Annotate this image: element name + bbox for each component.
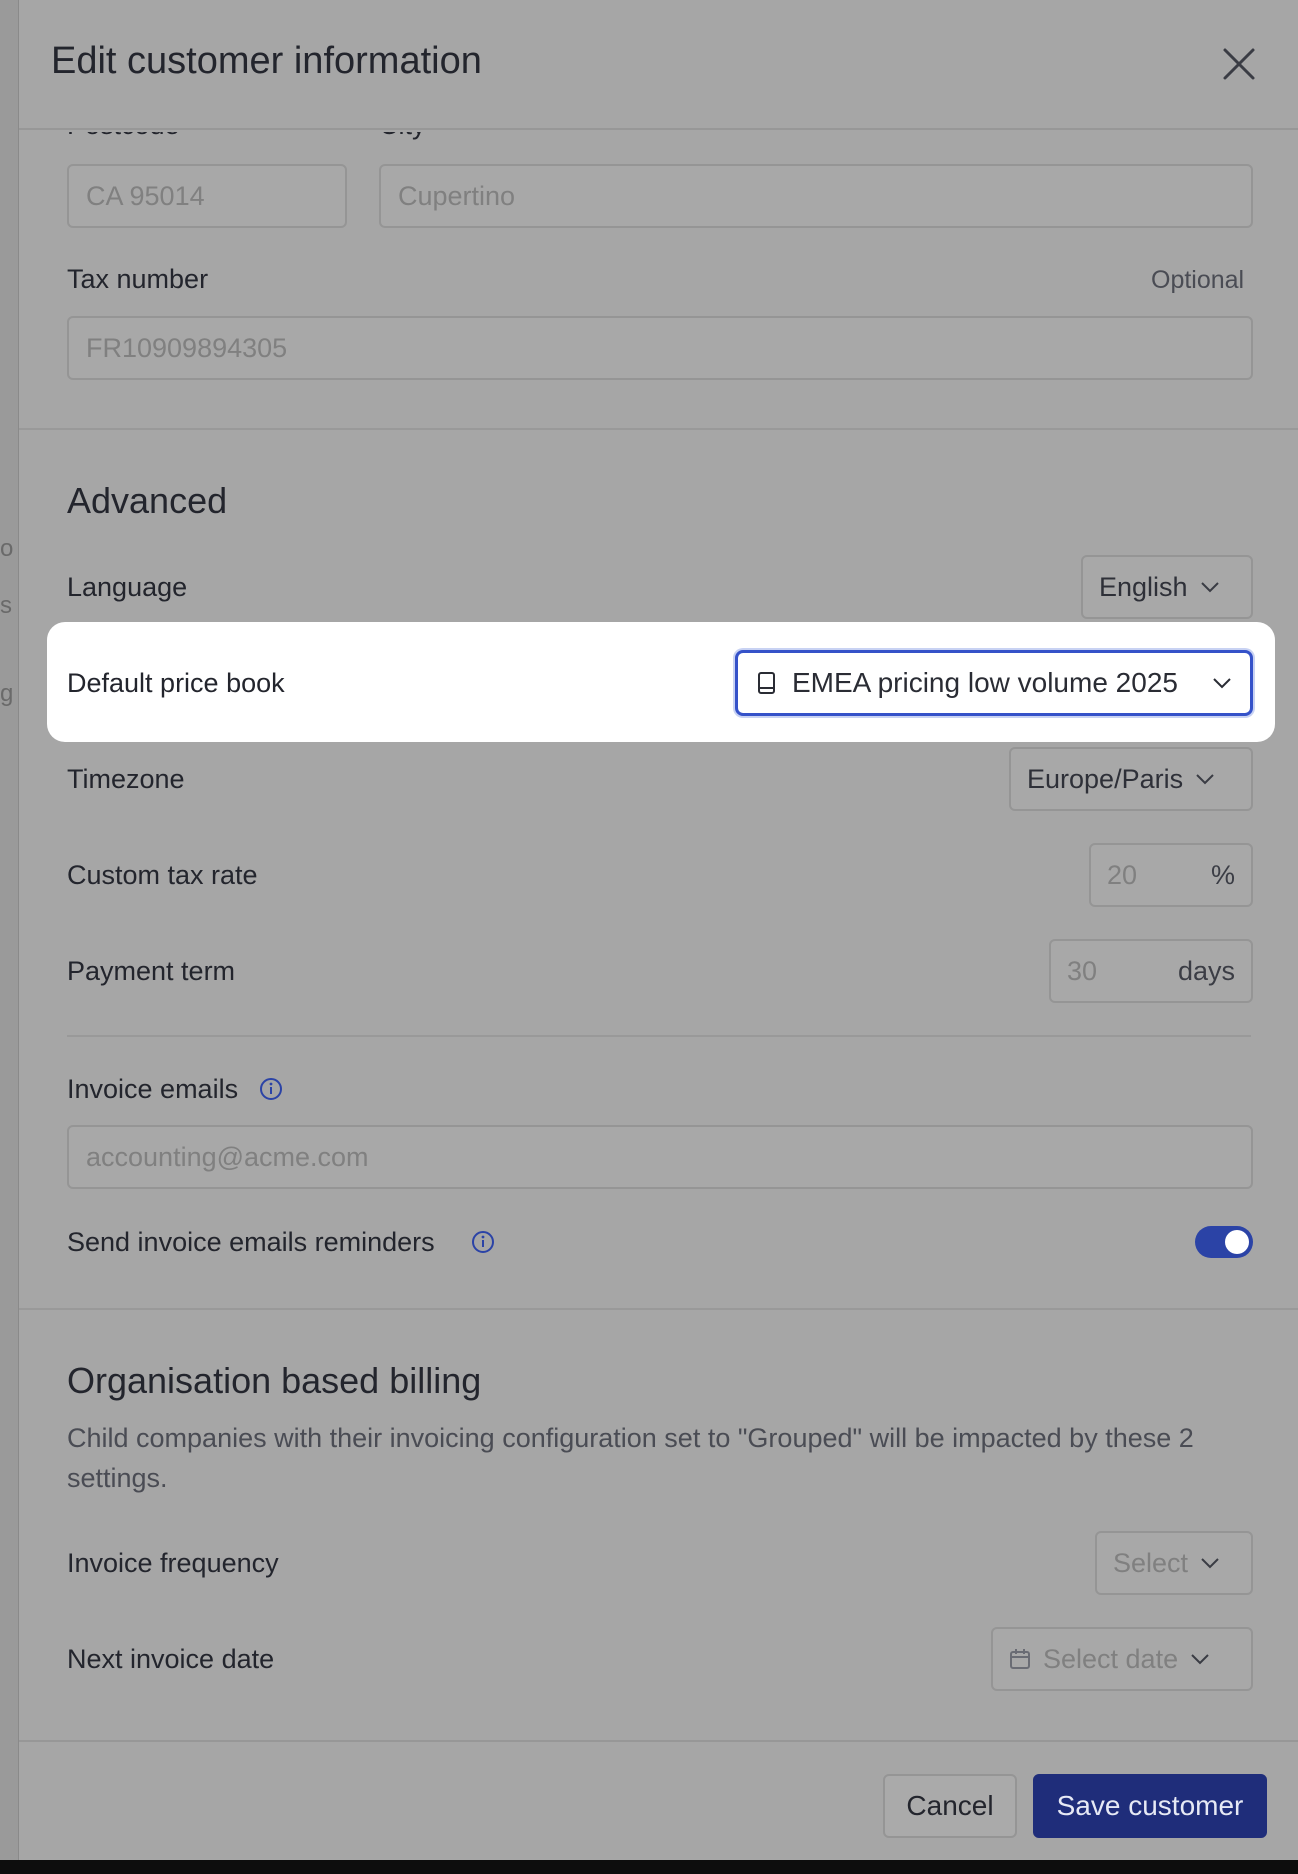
section-divider: [19, 1308, 1298, 1310]
tax-number-label: Tax number: [67, 264, 209, 294]
clipped-labels: Postcode City: [19, 132, 1298, 144]
org-billing-section-title: Organisation based billing: [67, 1360, 482, 1401]
calendar-icon: [1010, 1649, 1030, 1669]
payment-term-input[interactable]: 30 days: [1049, 939, 1253, 1003]
close-button[interactable]: [1219, 44, 1259, 84]
days-suffix: days: [1177, 956, 1235, 986]
book-icon: [758, 672, 775, 694]
postcode-input[interactable]: CA 95014: [67, 164, 347, 228]
language-value: English: [1099, 572, 1188, 602]
bottom-edge: [0, 1860, 1298, 1874]
reminders-label: Send invoice emails reminders: [67, 1227, 435, 1257]
timezone-label: Timezone: [67, 764, 185, 794]
next-invoice-date-picker[interactable]: Select date: [991, 1627, 1253, 1691]
org-billing-description: Child companies with their invoicing con…: [67, 1423, 1194, 1493]
custom-tax-rate-label: Custom tax rate: [67, 860, 258, 890]
drawer-header: Edit customer information: [19, 0, 1298, 130]
chevron-down-icon: [1191, 1654, 1209, 1665]
timezone-value: Europe/Paris: [1027, 764, 1184, 794]
info-icon[interactable]: [259, 1077, 283, 1101]
frequency-placeholder: Select: [1113, 1548, 1189, 1578]
chevron-down-icon: [1200, 582, 1219, 593]
cancel-button[interactable]: Cancel: [883, 1774, 1017, 1838]
section-divider: [19, 428, 1298, 430]
backdrop-ghost-text: s: [0, 592, 12, 618]
chevron-down-icon: [1213, 678, 1231, 689]
next-date-placeholder: Select date: [1043, 1644, 1179, 1674]
footer-divider: [19, 1740, 1298, 1742]
edit-customer-drawer: Edit customer information Postcode City …: [18, 0, 1298, 1874]
price-book-select[interactable]: EMEA pricing low volume 2025: [735, 650, 1253, 716]
advanced-section-title: Advanced: [67, 480, 228, 521]
toggle-knob: [1225, 1230, 1249, 1254]
tax-number-input[interactable]: FR10909894305: [67, 316, 1253, 380]
invoice-emails-label: Invoice emails: [67, 1074, 239, 1104]
backdrop-ghost-text: o: [0, 535, 14, 561]
drawer-title: Edit customer information: [51, 40, 482, 82]
save-customer-button[interactable]: Save customer: [1033, 1774, 1267, 1838]
close-icon: [1223, 48, 1255, 80]
invoice-emails-input[interactable]: accounting@acme.com: [67, 1125, 1253, 1189]
divider: [67, 1035, 1251, 1037]
optional-label: Optional: [1151, 266, 1245, 294]
reminders-toggle[interactable]: [1195, 1226, 1253, 1258]
language-select[interactable]: English: [1081, 555, 1253, 619]
city-input[interactable]: Cupertino: [379, 164, 1253, 228]
invoice-frequency-label: Invoice frequency: [67, 1548, 279, 1578]
default-price-book-label: Default price book: [67, 668, 285, 698]
timezone-select[interactable]: Europe/Paris: [1009, 747, 1253, 811]
percent-suffix: %: [1210, 860, 1235, 890]
chevron-down-icon: [1201, 1558, 1219, 1569]
backdrop: [0, 0, 18, 1874]
payment-term-value: 30: [1067, 956, 1098, 986]
backdrop-ghost-text: g: [0, 680, 14, 706]
language-label: Language: [67, 572, 188, 602]
price-book-value: EMEA pricing low volume 2025: [792, 667, 1178, 698]
next-invoice-date-label: Next invoice date: [67, 1644, 275, 1674]
tax-rate-value: 20: [1107, 860, 1138, 890]
chevron-down-icon: [1196, 774, 1214, 785]
postcode-label: Postcode: [67, 132, 180, 141]
invoice-frequency-select[interactable]: Select: [1095, 1531, 1253, 1595]
city-label: City: [379, 132, 426, 141]
tax-rate-input[interactable]: 20 %: [1089, 843, 1253, 907]
info-icon[interactable]: [471, 1230, 495, 1254]
payment-term-label: Payment term: [67, 956, 236, 986]
